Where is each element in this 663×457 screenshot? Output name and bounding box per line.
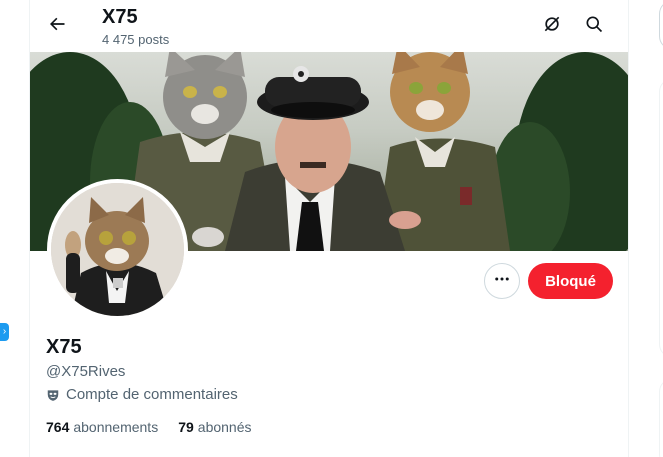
search-icon bbox=[584, 14, 604, 39]
eye-slash-icon bbox=[542, 14, 562, 39]
follow-stats: 764 abonnements 79 abonnés bbox=[46, 419, 252, 435]
more-options-button[interactable] bbox=[484, 263, 520, 299]
top-header: X75 4 475 posts bbox=[30, 0, 628, 52]
profile-column: X75 4 475 posts Bloqué X75 @X75Rives Com… bbox=[29, 0, 629, 457]
mask-icon bbox=[46, 388, 60, 402]
header-title: X75 bbox=[102, 6, 138, 28]
avatar[interactable] bbox=[47, 179, 188, 320]
left-notification-badge[interactable]: › bbox=[0, 323, 9, 341]
followers-link[interactable]: 79 abonnés bbox=[178, 419, 251, 435]
search-button[interactable] bbox=[577, 9, 611, 43]
following-count: 764 bbox=[46, 419, 70, 435]
right-sidebar-panel bbox=[659, 78, 663, 358]
account-label: Compte de commentaires bbox=[46, 386, 238, 403]
profile-display-name: X75 bbox=[46, 336, 82, 358]
more-dots-icon bbox=[493, 270, 511, 293]
following-label: abonnements bbox=[73, 419, 159, 435]
followers-count: 79 bbox=[178, 419, 194, 435]
right-sidebar-panel-lower bbox=[659, 378, 663, 457]
avatar-image bbox=[51, 183, 184, 316]
page: › X75 4 475 posts Bloqué X75 @X75Rives C… bbox=[0, 0, 663, 457]
back-button[interactable] bbox=[40, 9, 74, 43]
profile-handle: @X75Rives bbox=[46, 363, 126, 380]
account-label-text: Compte de commentaires bbox=[66, 386, 238, 403]
arrow-left-icon bbox=[47, 14, 67, 39]
blocked-button[interactable]: Bloqué bbox=[528, 263, 613, 299]
followers-label: abonnés bbox=[197, 419, 252, 435]
posts-count: 4 475 posts bbox=[102, 32, 170, 47]
left-edge bbox=[0, 0, 14, 457]
following-link[interactable]: 764 abonnements bbox=[46, 419, 158, 435]
hide-button[interactable] bbox=[535, 9, 569, 43]
